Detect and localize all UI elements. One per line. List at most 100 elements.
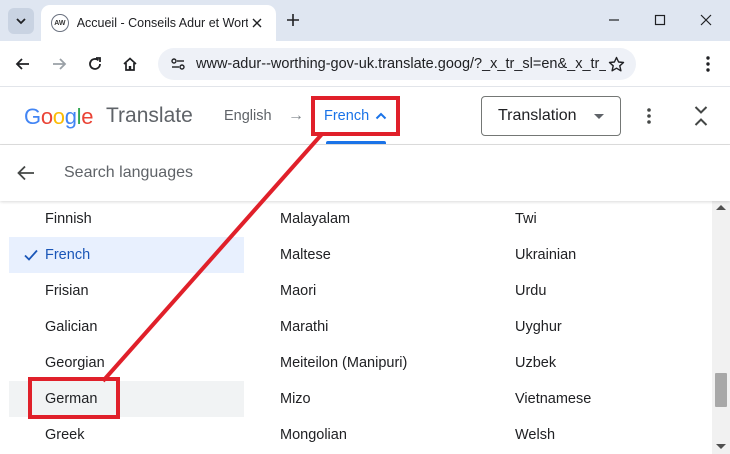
language-option-label: Marathi (280, 319, 329, 335)
language-option-label: Galician (45, 319, 98, 335)
google-translate-bar: Google Translate English → French Transl… (0, 87, 730, 145)
google-logo-letter: g (64, 104, 77, 129)
more-vert-icon (647, 108, 651, 124)
language-option-label: Greek (45, 427, 85, 443)
language-option-twi[interactable]: Twi (479, 201, 712, 237)
language-option-uyghur[interactable]: Uyghur (479, 309, 712, 345)
language-column-2: Malayalam Maltese Maori Marathi Meiteilon (M… (244, 201, 479, 453)
language-option-label: Uyghur (515, 319, 562, 335)
back-button[interactable] (12, 53, 34, 75)
language-option-label: Uzbek (515, 355, 557, 371)
checkmark-icon (24, 249, 38, 261)
close-window-button[interactable] (696, 10, 716, 30)
language-option-label: Welsh (515, 427, 556, 443)
language-option-meiteilon-manipuri[interactable]: Meiteilon (Manipuri) (244, 345, 479, 381)
browser-tab-strip: AW Accueil - Conseils Adur et Worthing (0, 0, 730, 41)
home-button[interactable] (119, 53, 141, 75)
target-language-indicator (326, 141, 386, 144)
language-option-label: Malayalam (280, 211, 351, 227)
language-option-ukrainian[interactable]: Ukrainian (479, 237, 712, 273)
language-option-mizo[interactable]: Mizo (244, 381, 479, 417)
language-option-label: German (45, 391, 98, 407)
language-option-galician[interactable]: Galician (9, 309, 244, 345)
minimize-icon (609, 19, 619, 21)
search-languages-input[interactable] (64, 159, 664, 187)
target-language-label: French (324, 108, 370, 124)
google-logo-letter: G (24, 104, 41, 129)
language-list-scrollbar[interactable] (712, 201, 730, 454)
language-option-mongolian[interactable]: Mongolian (244, 417, 479, 453)
language-option-georgian[interactable]: Georgian (9, 345, 244, 381)
language-option-label: Frisian (45, 283, 89, 299)
language-option-frisian[interactable]: Frisian (9, 273, 244, 309)
language-option-urdu[interactable]: Urdu (479, 273, 712, 309)
language-search-row (0, 145, 730, 201)
language-option-malayalam[interactable]: Malayalam (244, 201, 479, 237)
language-option-marathi[interactable]: Marathi (244, 309, 479, 345)
arrow-right-icon (53, 58, 67, 70)
language-option-label: Twi (515, 211, 537, 227)
collapse-icon (694, 106, 708, 126)
language-option-label: Vietnamese (515, 391, 592, 407)
collapse-translate-bar-button[interactable] (690, 103, 712, 129)
scrollbar-thumb[interactable] (715, 373, 727, 407)
language-option-maltese[interactable]: Maltese (244, 237, 479, 273)
scroll-down-arrow-icon[interactable] (716, 444, 726, 449)
chevron-up-icon (375, 112, 387, 120)
google-logo-letter: o (52, 104, 65, 129)
minimize-button[interactable] (604, 10, 624, 30)
language-option-french[interactable]: French (9, 237, 244, 273)
site-favicon-icon: AW (51, 14, 69, 32)
scroll-up-arrow-icon[interactable] (716, 205, 726, 210)
close-icon (252, 18, 262, 28)
browser-toolbar: www-adur--worthing-gov-uk.translate.goog… (0, 41, 730, 87)
maximize-button[interactable] (650, 10, 670, 30)
reload-icon (89, 57, 101, 70)
target-language-button[interactable]: French (316, 100, 395, 132)
address-bar[interactable]: www-adur--worthing-gov-uk.translate.goog… (158, 48, 636, 80)
arrow-left-icon (17, 165, 34, 181)
translate-more-options-button[interactable] (638, 105, 660, 127)
language-option-label: Finnish (45, 211, 92, 227)
tab-close-button[interactable] (248, 14, 266, 32)
translation-mode-select[interactable]: Translation (481, 96, 621, 136)
bookmark-star-button[interactable] (606, 54, 626, 74)
source-language-button[interactable]: English (224, 108, 272, 124)
close-icon (700, 14, 712, 26)
tab-title: Accueil - Conseils Adur et Worthing (76, 16, 249, 30)
language-column-1: Finnish French Frisian Galician Georgian Germ… (9, 201, 244, 453)
caret-down-icon (594, 113, 604, 119)
home-icon (123, 57, 137, 71)
tab-search-button[interactable] (8, 8, 34, 34)
search-back-button[interactable] (14, 161, 38, 185)
google-logo: Google (24, 104, 93, 130)
language-option-finnish[interactable]: Finnish (9, 201, 244, 237)
url-text[interactable]: www-adur--worthing-gov-uk.translate.goog… (196, 56, 606, 72)
browser-tab[interactable]: AW Accueil - Conseils Adur et Worthing (41, 5, 276, 41)
language-option-welsh[interactable]: Welsh (479, 417, 712, 453)
new-tab-button[interactable] (283, 10, 303, 30)
star-icon (608, 56, 624, 71)
maximize-icon (654, 14, 666, 26)
language-option-vietnamese[interactable]: Vietnamese (479, 381, 712, 417)
language-option-greek[interactable]: Greek (9, 417, 244, 453)
language-option-german[interactable]: German (9, 381, 244, 417)
google-logo-letter: e (81, 104, 94, 129)
browser-menu-button[interactable] (697, 53, 719, 75)
language-column-3: Twi Ukrainian Urdu Uyghur Uzbek Vietnamese Wel… (479, 201, 712, 453)
site-settings-icon[interactable] (168, 54, 188, 74)
language-option-maori[interactable]: Maori (244, 273, 479, 309)
forward-button[interactable] (48, 53, 70, 75)
language-option-uzbek[interactable]: Uzbek (479, 345, 712, 381)
language-option-label: Ukrainian (515, 247, 577, 263)
google-logo-letter: o (40, 104, 53, 129)
arrow-left-icon (15, 58, 29, 70)
language-option-label: Meiteilon (Manipuri) (280, 355, 408, 371)
language-option-label: French (45, 247, 91, 263)
language-option-label: Mizo (280, 391, 311, 407)
language-option-label: Georgian (45, 355, 105, 371)
google-logo-letters: Google (24, 104, 93, 129)
language-option-label: Urdu (515, 283, 547, 299)
language-option-label: Mongolian (280, 427, 347, 443)
reload-button[interactable] (84, 53, 106, 75)
